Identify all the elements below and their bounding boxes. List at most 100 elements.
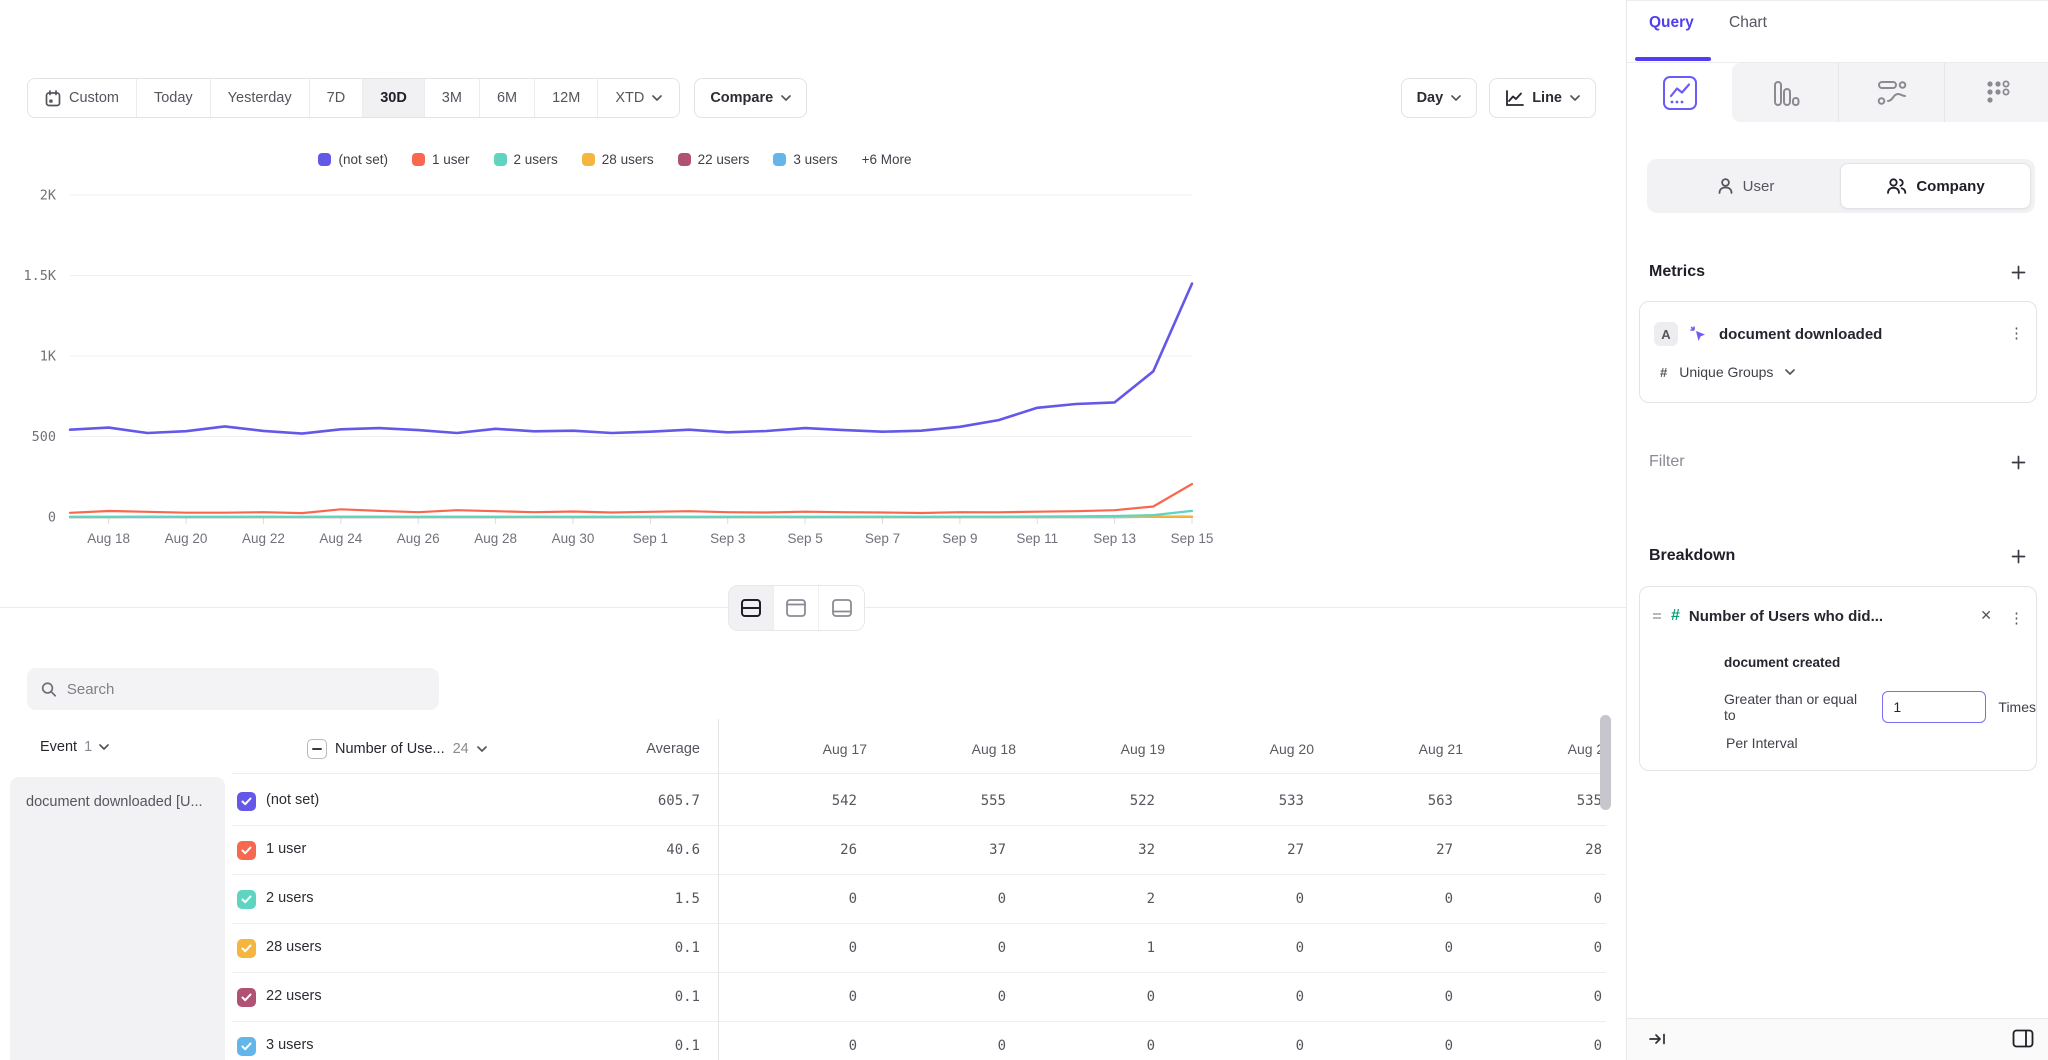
table-row[interactable]: 3 users0.1000000 <box>232 1022 1606 1060</box>
series-label: 2 users <box>266 890 314 906</box>
tab-chart[interactable]: Chart <box>1729 14 1767 32</box>
select-all-checkbox[interactable] <box>307 739 327 759</box>
search-input[interactable] <box>67 681 425 698</box>
average-column-header[interactable]: Average <box>560 741 700 757</box>
breakdown-per-interval-label: Per Interval <box>1726 735 1798 751</box>
legend-label: 22 users <box>698 152 750 167</box>
range-button-custom[interactable]: Custom <box>28 79 137 117</box>
remove-breakdown-button[interactable]: ✕ <box>1980 607 1992 624</box>
interval-dropdown[interactable]: Day <box>1401 78 1478 118</box>
tile-line-chart[interactable] <box>1627 63 1733 122</box>
cell-value: 32 <box>1035 842 1155 858</box>
audience-company-segment[interactable]: Company <box>1840 163 2031 209</box>
collapse-panel-icon[interactable] <box>1649 1031 1667 1047</box>
table-row[interactable]: (not set)605.7542555522533563535 <box>232 777 1606 826</box>
series-checkbox[interactable] <box>237 841 256 860</box>
series-line--not-set- <box>70 284 1192 434</box>
frozen-column-divider <box>718 719 719 1060</box>
legend-item[interactable]: (not set) <box>318 152 388 167</box>
legend-more-button[interactable]: +6 More <box>862 152 912 167</box>
x-axis-tick-label: Sep 11 <box>1016 531 1058 546</box>
chevron-down-icon <box>1785 369 1795 375</box>
tab-query[interactable]: Query <box>1649 14 1694 32</box>
series-checkbox[interactable] <box>237 988 256 1007</box>
cell-value: 0 <box>1333 891 1453 907</box>
table-row[interactable]: 28 users0.1001000 <box>232 924 1606 973</box>
drag-handle-icon[interactable] <box>1652 611 1662 621</box>
range-button-yesterday[interactable]: Yesterday <box>211 79 310 117</box>
series-column-header[interactable]: Number of Use... 24 <box>307 739 487 759</box>
metric-card[interactable]: A document downloaded ⋮ # Unique Groups <box>1639 301 2037 403</box>
tile-scatter-grid[interactable] <box>1945 63 2048 122</box>
legend-item[interactable]: 1 user <box>412 152 470 167</box>
range-button-12m[interactable]: 12M <box>535 79 598 117</box>
series-label: 28 users <box>266 939 322 955</box>
event-column-header[interactable]: Event 1 <box>40 739 109 755</box>
side-panel-toggle-icon[interactable] <box>2012 1029 2034 1048</box>
range-button-30d[interactable]: 30D <box>363 79 425 117</box>
legend-item[interactable]: 22 users <box>678 152 750 167</box>
x-axis-tick-label: Aug 22 <box>242 531 285 546</box>
add-filter-button[interactable] <box>2011 455 2026 470</box>
chart-only-view-button[interactable] <box>774 586 819 630</box>
audience-user-segment[interactable]: User <box>1651 163 1840 209</box>
tile-bar-chart[interactable] <box>1733 63 1839 122</box>
cell-value: 0 <box>1035 989 1155 1005</box>
series-checkbox[interactable] <box>237 792 256 811</box>
audience-toggle: User Company <box>1647 159 2035 213</box>
chevron-down-icon <box>1570 95 1580 101</box>
y-axis-tick-label: 1.5K <box>23 268 56 284</box>
chart-type-dropdown[interactable]: Line <box>1489 78 1596 118</box>
range-button-xtd[interactable]: XTD <box>598 79 679 117</box>
legend-item[interactable]: 28 users <box>582 152 654 167</box>
search-field[interactable] <box>27 668 439 710</box>
date-column-header: Aug 22 <box>1492 741 1606 757</box>
range-button-7d[interactable]: 7D <box>310 79 364 117</box>
series-checkbox[interactable] <box>237 890 256 909</box>
legend-label: 1 user <box>432 152 470 167</box>
line-chart[interactable]: 05001K1.5K2KAug 18Aug 20Aug 22Aug 24Aug … <box>0 180 1230 570</box>
average-value: 0.1 <box>592 940 700 956</box>
breakdown-condition-label: Greater than or equal to <box>1724 691 1870 723</box>
series-line-1-user <box>70 484 1192 513</box>
breakdown-value-input[interactable] <box>1882 691 1986 723</box>
cell-value: 533 <box>1184 793 1304 809</box>
split-view-button[interactable] <box>729 586 774 630</box>
cell-value: 0 <box>1333 989 1453 1005</box>
event-list-item[interactable]: document downloaded [U... <box>10 777 225 1060</box>
range-button-3m[interactable]: 3M <box>425 79 480 117</box>
tile-flow-chart[interactable] <box>1839 63 1945 122</box>
add-breakdown-button[interactable] <box>2011 549 2026 564</box>
metric-menu-button[interactable]: ⋮ <box>2009 324 2024 342</box>
x-axis-tick-label: Aug 30 <box>552 531 595 546</box>
cell-value: 1 <box>1035 940 1155 956</box>
range-button-today[interactable]: Today <box>137 79 211 117</box>
add-metric-button[interactable] <box>2011 265 2026 280</box>
legend-item[interactable]: 3 users <box>773 152 837 167</box>
cell-value: 27 <box>1184 842 1304 858</box>
metric-measure-selector[interactable]: # Unique Groups <box>1660 364 1795 380</box>
table-only-view-button[interactable] <box>819 586 864 630</box>
table-row[interactable]: 1 user40.6263732272728 <box>232 826 1606 875</box>
chart-legend: (not set) 1 user 2 users 28 users 22 users 3 … <box>0 152 1230 167</box>
query-panel: Query Chart <box>1626 0 2048 1060</box>
y-axis-tick-label: 500 <box>32 429 56 445</box>
table-vertical-scrollbar[interactable] <box>1600 715 1611 810</box>
series-checkbox[interactable] <box>237 1037 256 1056</box>
breakdown-menu-button[interactable]: ⋮ <box>2009 609 2024 627</box>
compare-button[interactable]: Compare <box>694 78 807 118</box>
breakdown-section-header: Breakdown <box>1649 547 2026 565</box>
legend-item[interactable]: 2 users <box>494 152 558 167</box>
table-row[interactable]: 2 users1.5002000 <box>232 875 1606 924</box>
check-icon <box>241 993 252 1002</box>
y-axis-tick-label: 1K <box>40 349 57 365</box>
x-axis-tick-label: Sep 9 <box>942 531 977 546</box>
table-row[interactable]: 22 users0.1000000 <box>232 973 1606 1022</box>
cell-value: 0 <box>886 940 1006 956</box>
cell-value: 0 <box>1482 1038 1602 1054</box>
breakdown-card[interactable]: # Number of Users who did... ✕ ⋮ documen… <box>1639 586 2037 771</box>
range-button-6m[interactable]: 6M <box>480 79 535 117</box>
date-column-header: Aug 20 <box>1194 741 1314 757</box>
series-checkbox[interactable] <box>237 939 256 958</box>
plus-icon <box>2011 265 2026 280</box>
